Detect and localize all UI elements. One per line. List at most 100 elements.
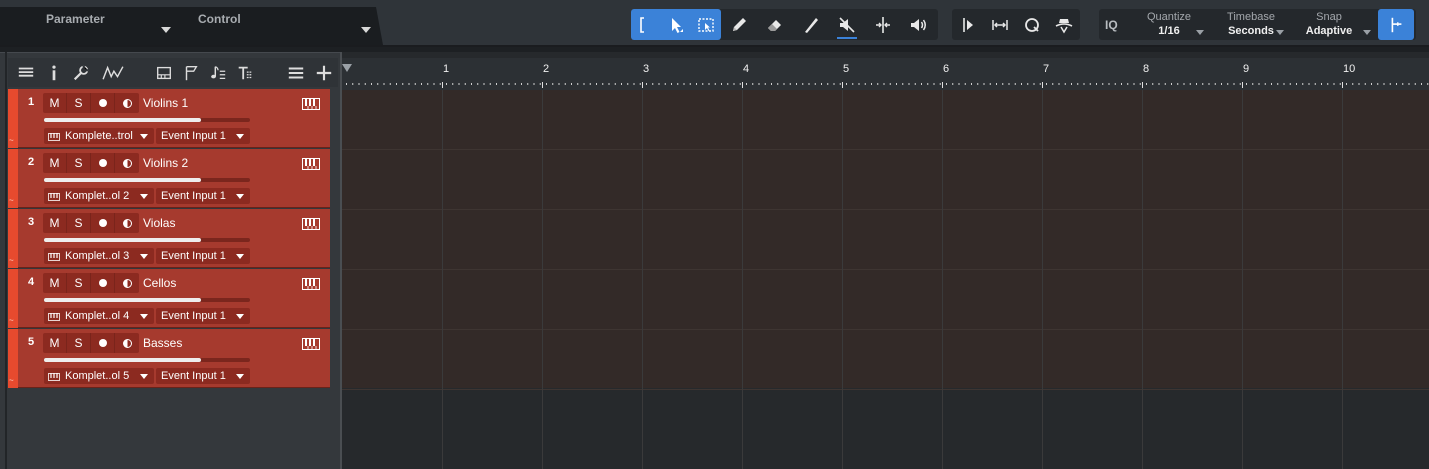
- track-header[interactable]: ~ 5 M S Basses Komplet..ol 5 Event Input…: [8, 329, 330, 388]
- instrument-keyboard-icon[interactable]: [302, 97, 320, 110]
- track-name[interactable]: Basses: [143, 336, 182, 350]
- range-bracket-button[interactable]: [631, 9, 661, 40]
- monitor-button[interactable]: [115, 93, 139, 113]
- instrument-output-select[interactable]: Komplet..ol 4: [44, 308, 154, 324]
- chord-track-button[interactable]: [207, 62, 229, 84]
- arrange-view[interactable]: 1 2 3 4 5 6 7 8 9 10: [340, 52, 1429, 469]
- loop-start-marker[interactable]: [342, 64, 352, 72]
- record-arm-button[interactable]: [91, 213, 115, 233]
- layers-button[interactable]: [285, 62, 307, 84]
- track-name[interactable]: Violins 1: [143, 96, 188, 110]
- automation-indicator-icon[interactable]: ~: [9, 316, 14, 325]
- solo-button[interactable]: S: [67, 213, 91, 233]
- quantize-q-icon: [1025, 17, 1039, 32]
- record-arm-button[interactable]: [91, 93, 115, 113]
- event-input-select[interactable]: Event Input 1: [156, 188, 250, 204]
- inspector-button[interactable]: [43, 62, 65, 84]
- track-header[interactable]: ~ 4 M S Cellos Komplet..ol 4 Event Input…: [8, 269, 330, 328]
- instrument-keyboard-icon[interactable]: [302, 217, 320, 230]
- add-track-button[interactable]: [313, 62, 335, 84]
- instrument-output-select[interactable]: Komplet..ol 3: [44, 248, 154, 264]
- scroll-follow-button[interactable]: [952, 9, 984, 40]
- volume-slider[interactable]: [44, 298, 250, 302]
- iterative-quantize-button[interactable]: IQ: [1105, 18, 1118, 32]
- quantize-selector[interactable]: Quantize 1/16: [1143, 11, 1195, 39]
- mute-button[interactable]: M: [43, 333, 67, 353]
- mute-button[interactable]: M: [43, 213, 67, 233]
- chevron-down-icon: [140, 314, 148, 319]
- quantize-button[interactable]: [1016, 9, 1048, 40]
- monitor-icon: [122, 98, 132, 108]
- automation-indicator-icon[interactable]: ~: [9, 136, 14, 145]
- metronome-button[interactable]: [1048, 9, 1080, 40]
- timeline-ruler[interactable]: 1 2 3 4 5 6 7 8 9 10: [342, 58, 1429, 90]
- event-input-select[interactable]: Event Input 1: [156, 308, 250, 324]
- record-arm-button[interactable]: [91, 153, 115, 173]
- instrument-output-select[interactable]: Komplete..trol: [44, 128, 154, 144]
- listen-tool-button[interactable]: [901, 9, 937, 40]
- event-input-select[interactable]: Event Input 1: [156, 368, 250, 384]
- record-arm-button[interactable]: [91, 273, 115, 293]
- tempo-track-button[interactable]: [234, 62, 256, 84]
- quantize-dropdown-arrow[interactable]: [1196, 30, 1204, 35]
- instrument-output-select[interactable]: Komplet..ol 2: [44, 188, 154, 204]
- split-tool-button[interactable]: [865, 9, 901, 40]
- volume-slider[interactable]: [44, 118, 250, 122]
- snap-dropdown-arrow[interactable]: [1363, 30, 1371, 35]
- track-header[interactable]: ~ 2 M S Violins 2 Komplet..ol 2 Event In…: [8, 149, 330, 208]
- monitor-button[interactable]: [115, 153, 139, 173]
- instrument-keyboard-icon[interactable]: [302, 337, 320, 350]
- timebase-selector[interactable]: Timebase Seconds: [1217, 11, 1285, 39]
- marker-track-button[interactable]: [180, 62, 202, 84]
- volume-slider[interactable]: [44, 178, 250, 182]
- automation-indicator-icon[interactable]: ~: [9, 196, 14, 205]
- snap-toggle-button[interactable]: [1378, 9, 1414, 40]
- auto-scroll-button[interactable]: [984, 9, 1016, 40]
- snap-selector[interactable]: Snap Adaptive: [1299, 11, 1359, 39]
- track-header[interactable]: ~ 1 M S Violins 1 Komplete..trol Event I…: [8, 89, 330, 148]
- track-buttons: M S: [43, 93, 139, 113]
- automation-button[interactable]: [99, 62, 127, 84]
- event-input-select[interactable]: Event Input 1: [156, 248, 250, 264]
- instrument-keyboard-icon[interactable]: [302, 157, 320, 170]
- range-select-button[interactable]: [691, 9, 721, 40]
- automation-indicator-icon[interactable]: ~: [9, 256, 14, 265]
- paint-tool-button[interactable]: [793, 9, 829, 40]
- automation-indicator-icon[interactable]: ~: [9, 376, 14, 385]
- pattern-track-button[interactable]: [153, 62, 175, 84]
- volume-slider[interactable]: [44, 358, 250, 362]
- ruler-bar-number: 3: [643, 63, 650, 75]
- track-name[interactable]: Violas: [143, 216, 175, 230]
- monitor-button[interactable]: [115, 213, 139, 233]
- track-name[interactable]: Cellos: [143, 276, 176, 290]
- mute-button[interactable]: M: [43, 93, 67, 113]
- track-settings-button[interactable]: [70, 62, 92, 84]
- event-input-select[interactable]: Event Input 1: [156, 128, 250, 144]
- record-arm-button[interactable]: [91, 333, 115, 353]
- instrument-output-select[interactable]: Komplet..ol 5: [44, 368, 154, 384]
- volume-slider[interactable]: [44, 238, 250, 242]
- track-header[interactable]: ~ 3 M S Violas Komplet..ol 3 Event Input…: [8, 209, 330, 268]
- parameter-dropdown-arrow[interactable]: [161, 27, 171, 33]
- solo-button[interactable]: S: [67, 273, 91, 293]
- mute-button[interactable]: M: [43, 273, 67, 293]
- solo-button[interactable]: S: [67, 333, 91, 353]
- mute-button[interactable]: M: [43, 153, 67, 173]
- track-lanes[interactable]: [342, 90, 1429, 390]
- monitor-button[interactable]: [115, 273, 139, 293]
- mute-tool-button[interactable]: [829, 9, 865, 40]
- control-dropdown-arrow[interactable]: [361, 27, 371, 33]
- instrument-keyboard-icon[interactable]: [302, 277, 320, 290]
- monitor-button[interactable]: [115, 333, 139, 353]
- pencil-tool-button[interactable]: [721, 9, 757, 40]
- chord-note-icon: [211, 66, 226, 80]
- arrow-tool-button[interactable]: [661, 9, 691, 40]
- track-name[interactable]: Violins 2: [143, 156, 188, 170]
- track-list-button[interactable]: [15, 62, 37, 84]
- solo-button[interactable]: S: [67, 153, 91, 173]
- timebase-dropdown-arrow[interactable]: [1276, 30, 1284, 35]
- bar-grid-line: [1342, 90, 1343, 469]
- solo-button[interactable]: S: [67, 93, 91, 113]
- eraser-tool-button[interactable]: [757, 9, 793, 40]
- bar-grid-line: [442, 90, 443, 469]
